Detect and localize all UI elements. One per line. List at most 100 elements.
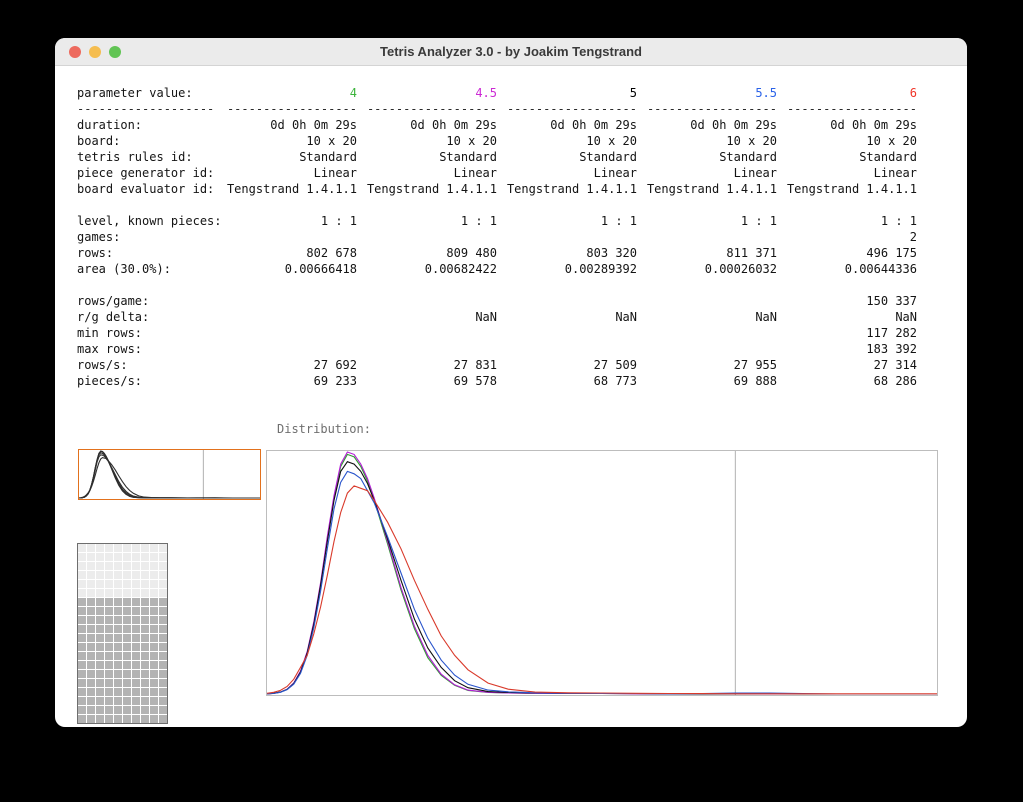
board-cell-filled bbox=[105, 697, 113, 705]
board-cell-filled bbox=[87, 643, 95, 651]
stats-cell: 27 831 bbox=[357, 357, 497, 373]
board-cell-filled bbox=[132, 625, 140, 633]
stats-cell: 1 : 1 bbox=[217, 213, 357, 229]
board-cell-filled bbox=[141, 661, 149, 669]
board-cell-filled bbox=[159, 670, 167, 678]
stats-cell: 117 282 bbox=[777, 325, 917, 341]
stats-label: area (30.0%): bbox=[77, 261, 217, 277]
board-cell-empty bbox=[123, 544, 131, 552]
stats-cell bbox=[357, 293, 497, 309]
stats-cell: Standard bbox=[777, 149, 917, 165]
board-cell-filled bbox=[78, 715, 86, 723]
board-cell-filled bbox=[150, 634, 158, 642]
board-cell-filled bbox=[141, 634, 149, 642]
board-cell-filled bbox=[159, 706, 167, 714]
board-cell-filled bbox=[87, 670, 95, 678]
board-cell-empty bbox=[132, 562, 140, 570]
board-cell-filled bbox=[159, 652, 167, 660]
stats-label: pieces/s: bbox=[77, 373, 217, 389]
board-cell-filled bbox=[96, 688, 104, 696]
stats-cell: Linear bbox=[217, 165, 357, 181]
stats-label: board evaluator id: bbox=[77, 181, 217, 197]
board-cell-filled bbox=[141, 697, 149, 705]
curve-series-5.5 bbox=[267, 471, 937, 694]
board-cell-empty bbox=[78, 580, 86, 588]
stats-cell bbox=[497, 293, 637, 309]
board-cell-filled bbox=[78, 634, 86, 642]
stats-row: board evaluator id:Tengstrand 1.4.1.1Ten… bbox=[77, 181, 917, 197]
stats-cell: 1 : 1 bbox=[497, 213, 637, 229]
board-cell-filled bbox=[132, 706, 140, 714]
board-cell-filled bbox=[132, 679, 140, 687]
board-cell-filled bbox=[159, 625, 167, 633]
board-cell-filled bbox=[105, 607, 113, 615]
stats-label: rows/s: bbox=[77, 357, 217, 373]
board-cell-filled bbox=[132, 670, 140, 678]
board-cell-filled bbox=[123, 688, 131, 696]
board-cell-filled bbox=[96, 670, 104, 678]
stats-cell: 0d 0h 0m 29s bbox=[357, 117, 497, 133]
board-cell-empty bbox=[96, 553, 104, 561]
stats-cell: Linear bbox=[777, 165, 917, 181]
board-cell-filled bbox=[159, 679, 167, 687]
board-cell-empty bbox=[123, 553, 131, 561]
board-cell-empty bbox=[105, 589, 113, 597]
stats-cell: Standard bbox=[357, 149, 497, 165]
distribution-curves bbox=[267, 451, 937, 695]
board-cell-filled bbox=[114, 697, 122, 705]
stats-cell bbox=[357, 325, 497, 341]
board-cell-empty bbox=[159, 571, 167, 579]
stats-cell: 68 773 bbox=[497, 373, 637, 389]
separator-dashes: ------------------ bbox=[777, 101, 917, 117]
distribution-thumbnail-chart[interactable] bbox=[78, 449, 261, 500]
board-cell-filled bbox=[150, 706, 158, 714]
stats-row bbox=[77, 277, 917, 293]
board-cell-empty bbox=[87, 571, 95, 579]
board-cell-filled bbox=[114, 652, 122, 660]
board-cell-empty bbox=[105, 553, 113, 561]
board-cell-filled bbox=[114, 616, 122, 624]
stats-cell: 0d 0h 0m 29s bbox=[637, 117, 777, 133]
stats-cell: 0.00666418 bbox=[217, 261, 357, 277]
separator-dashes: ------------------ bbox=[357, 101, 497, 117]
board-cell-filled bbox=[105, 616, 113, 624]
board-cell-empty bbox=[96, 562, 104, 570]
stats-cell bbox=[357, 229, 497, 245]
board-cell-filled bbox=[123, 679, 131, 687]
stats-cell: 0.00289392 bbox=[497, 261, 637, 277]
board-cell-empty bbox=[159, 544, 167, 552]
board-cell-filled bbox=[105, 679, 113, 687]
board-cell-filled bbox=[105, 688, 113, 696]
board-cell-filled bbox=[159, 634, 167, 642]
parameter-value-4: 4 bbox=[217, 85, 357, 101]
stats-row: duration:0d 0h 0m 29s0d 0h 0m 29s0d 0h 0… bbox=[77, 117, 917, 133]
board-cell-filled bbox=[159, 616, 167, 624]
separator-dashes: ------------------ bbox=[637, 101, 777, 117]
parameter-value-5: 5 bbox=[497, 85, 637, 101]
stats-cell: Tengstrand 1.4.1.1 bbox=[777, 181, 917, 197]
board-cell-filled bbox=[141, 598, 149, 606]
stats-cell: 802 678 bbox=[217, 245, 357, 261]
board-cell-empty bbox=[141, 562, 149, 570]
stats-cell bbox=[217, 341, 357, 357]
board-cell-filled bbox=[123, 661, 131, 669]
board-cell-filled bbox=[78, 697, 86, 705]
board-cell-filled bbox=[150, 616, 158, 624]
board-cell-filled bbox=[123, 616, 131, 624]
board-cell-filled bbox=[150, 598, 158, 606]
stats-row: r/g delta:NaNNaNNaNNaN bbox=[77, 309, 917, 325]
board-cell-filled bbox=[132, 607, 140, 615]
board-cell-filled bbox=[114, 679, 122, 687]
board-cell-filled bbox=[123, 643, 131, 651]
board-cell-filled bbox=[105, 643, 113, 651]
stats-cell bbox=[357, 341, 497, 357]
board-cell-empty bbox=[105, 562, 113, 570]
title-bar[interactable]: Tetris Analyzer 3.0 - by Joakim Tengstra… bbox=[55, 38, 967, 66]
curve-series-5 bbox=[267, 462, 937, 694]
board-cell-filled bbox=[132, 661, 140, 669]
board-cell-filled bbox=[78, 688, 86, 696]
stats-cell: 69 578 bbox=[357, 373, 497, 389]
board-cell-filled bbox=[87, 652, 95, 660]
board-cell-filled bbox=[87, 661, 95, 669]
separator-dashes: ------------------ bbox=[217, 101, 357, 117]
